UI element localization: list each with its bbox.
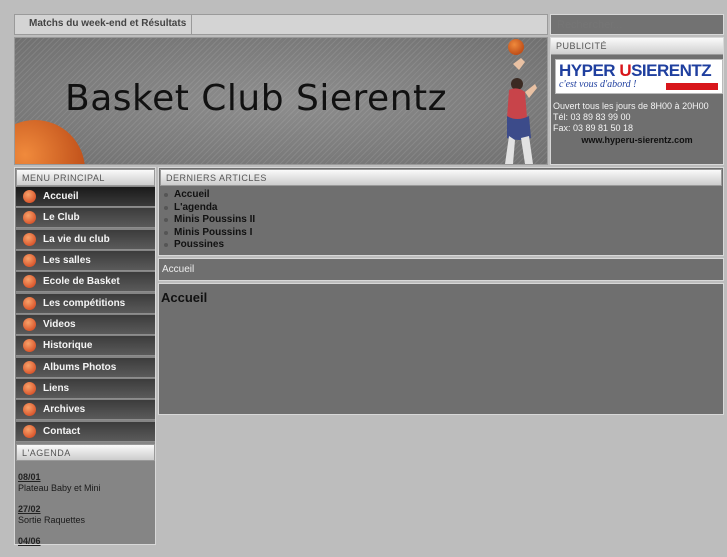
basketball-icon [23,275,36,289]
logo-main: HYPER [559,61,616,80]
basketball-icon [23,317,36,331]
menu-item-label: Historique [43,340,93,352]
menu-item-label: Contact [43,425,81,437]
menu-item-label: Ecole de Basket [43,276,120,288]
menu-item-vie-du-club[interactable]: La vie du club [16,229,155,250]
menu-item-videos[interactable]: Videos [16,314,155,335]
latest-articles-panel: DERNIERS ARTICLES Accueil L'agenda Minis… [158,167,724,256]
page-title: Accueil [161,290,208,305]
menu-item-label: Liens [43,382,70,394]
articles-list: Accueil L'agenda Minis Poussins II Minis… [159,187,723,252]
list-item: 27/02 Sortie Raquettes [18,504,152,525]
article-link[interactable]: Poussines [163,239,723,252]
basketball-icon [23,190,36,203]
menu-item-label: Albums Photos [43,361,117,373]
tab-matchs-resultats[interactable]: Matchs du week-end et Résultats [15,15,192,34]
ad-header: PUBLICITÉ [551,38,723,55]
menu-item-accueil[interactable]: Accueil [16,187,155,207]
article-link[interactable]: Minis Poussins II [163,214,723,227]
ad-contact: Ouvert tous les jours de 8H00 à 20H00 Té… [553,101,723,134]
logo-slogan: c'est vous d'abord ! [559,79,637,90]
basketball-icon [23,360,36,374]
menu-item-historique[interactable]: Historique [16,336,155,357]
ad-fax: Fax: 03 89 81 50 18 [553,123,634,133]
menu-item-archives[interactable]: Archives [16,400,155,421]
event-date-link[interactable]: 27/02 [18,504,152,514]
event-date-link[interactable]: 08/01 [18,472,152,482]
ad-tel: Tél: 03 89 83 99 00 [553,112,631,122]
menu-item-salles[interactable]: Les salles [16,250,155,271]
breadcrumb: Accueil [158,258,724,281]
logo-u: U [619,61,632,80]
menu-item-label: Accueil [43,191,79,202]
site-title: Basket Club Sierentz [65,78,448,119]
sidebar: MENU PRINCIPAL Accueil Le Club La vie du… [14,167,156,546]
article-link[interactable]: L'agenda [163,202,723,215]
basketball-icon [23,211,36,225]
main-content: Accueil [158,283,724,415]
hyperu-logo[interactable]: HYPER USIERENTZ c'est vous d'abord ! [555,59,723,94]
menu-item-label: Le Club [43,212,80,224]
agenda-header: L'AGENDA [16,444,155,461]
event-name: Sortie Raquettes [18,515,86,525]
menu-item-label: La vie du club [43,233,110,245]
basketball-icon [23,253,36,267]
search-input[interactable] [550,14,724,35]
logo-strip [666,83,718,90]
list-item: 08/01 Plateau Baby et Mini [18,472,152,493]
basketball-icon [23,232,36,246]
event-name: Plateau Baby et Mini [18,483,101,493]
article-link[interactable]: Accueil [163,189,723,202]
player-illustration [505,58,537,164]
basketball-icon [15,120,85,164]
top-nav-bar: Matchs du week-end et Résultats [14,14,548,35]
articles-header: DERNIERS ARTICLES [160,169,722,186]
menu-item-competitions[interactable]: Les compétitions [16,293,155,314]
site-banner: Basket Club Sierentz [14,37,548,165]
agenda-list: 08/01 Plateau Baby et Mini 27/02 Sortie … [18,472,152,557]
menu-item-label: Les compétitions [43,297,126,309]
menu-item-albums-photos[interactable]: Albums Photos [16,357,155,378]
basketball-icon [508,39,524,55]
menu-item-label: Archives [43,404,86,416]
logo-city: SIERENTZ [631,61,712,80]
ad-hours: Ouvert tous les jours de 8H00 à 20H00 [553,101,709,111]
menu-header: MENU PRINCIPAL [16,169,155,186]
menu-item-liens[interactable]: Liens [16,378,155,399]
article-link[interactable]: Minis Poussins I [163,227,723,240]
basketball-icon [23,424,36,438]
main-menu: Accueil Le Club La vie du club Les salle… [16,187,155,443]
ad-box: PUBLICITÉ HYPER USIERENTZ c'est vous d'a… [550,37,724,165]
ad-url-link[interactable]: www.hyperu-sierentz.com [551,135,723,145]
basketball-icon [23,296,36,310]
basketball-icon [23,381,36,395]
menu-item-ecole-basket[interactable]: Ecole de Basket [16,272,155,293]
menu-item-label: Les salles [43,254,91,266]
menu-item-le-club[interactable]: Le Club [16,208,155,229]
basketball-icon [23,339,36,353]
menu-item-label: Videos [43,318,76,330]
basketball-icon [23,403,36,417]
menu-item-contact[interactable]: Contact [16,421,155,442]
